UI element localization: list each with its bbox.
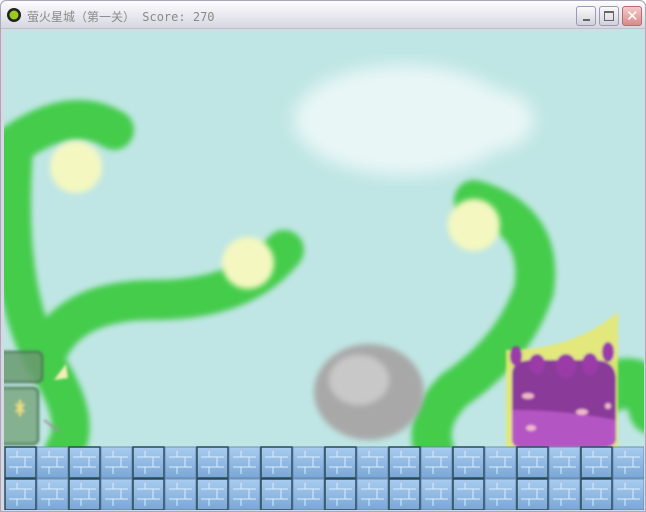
ice-tile — [356, 478, 389, 510]
ice-tile — [452, 478, 485, 510]
ice-tile — [452, 446, 485, 479]
score-value: 270 — [192, 10, 215, 24]
ice-tile — [68, 478, 101, 510]
minimize-button[interactable] — [576, 6, 596, 26]
ice-tile — [260, 478, 293, 510]
ice-tile — [164, 478, 197, 510]
ice-tile — [196, 478, 229, 510]
ice-tile — [516, 446, 549, 479]
firefly — [222, 237, 274, 289]
ice-tile — [228, 446, 261, 479]
ice-tile — [4, 446, 37, 479]
ice-tile — [100, 478, 133, 510]
ice-tile — [612, 446, 644, 479]
ice-tile — [356, 446, 389, 479]
ice-tile — [324, 446, 357, 479]
ice-tile — [68, 446, 101, 479]
ice-tile — [4, 478, 37, 510]
title-bar[interactable]: 萤火星城（第一关） Score: 270 ✕ — [1, 1, 645, 29]
ice-tile — [260, 446, 293, 479]
dust-cloud-enemy — [314, 344, 424, 440]
ice-brick-floor — [4, 446, 644, 510]
ice-tile — [324, 478, 357, 510]
ice-tile — [612, 478, 644, 510]
game-canvas[interactable] — [4, 30, 644, 510]
ice-tile — [388, 446, 421, 479]
ice-tile — [420, 478, 453, 510]
ice-tile — [516, 478, 549, 510]
window-title: 萤火星城（第一关） Score: 270 — [27, 10, 215, 24]
firefly — [448, 199, 500, 251]
ice-tile — [292, 478, 325, 510]
app-gear-icon — [7, 8, 21, 22]
ice-tile — [228, 478, 261, 510]
ice-tile — [484, 478, 517, 510]
ice-tile — [388, 478, 421, 510]
ice-tile — [164, 446, 197, 479]
game-window: 萤火星城（第一关） Score: 270 ✕ — [0, 0, 646, 512]
maximize-button[interactable] — [599, 6, 619, 26]
ice-tile — [36, 446, 69, 479]
ice-tile — [548, 446, 581, 479]
ice-tile — [580, 446, 613, 479]
ice-tile — [196, 446, 229, 479]
ice-tile — [484, 446, 517, 479]
ice-tile — [292, 446, 325, 479]
ice-tile — [132, 478, 165, 510]
cloud — [294, 65, 534, 175]
firefly — [50, 141, 102, 193]
ice-tile — [132, 446, 165, 479]
ice-tile — [548, 478, 581, 510]
close-button[interactable]: ✕ — [622, 6, 642, 26]
ice-tile — [420, 446, 453, 479]
ice-tile — [100, 446, 133, 479]
ice-tile — [580, 478, 613, 510]
ice-tile — [36, 478, 69, 510]
